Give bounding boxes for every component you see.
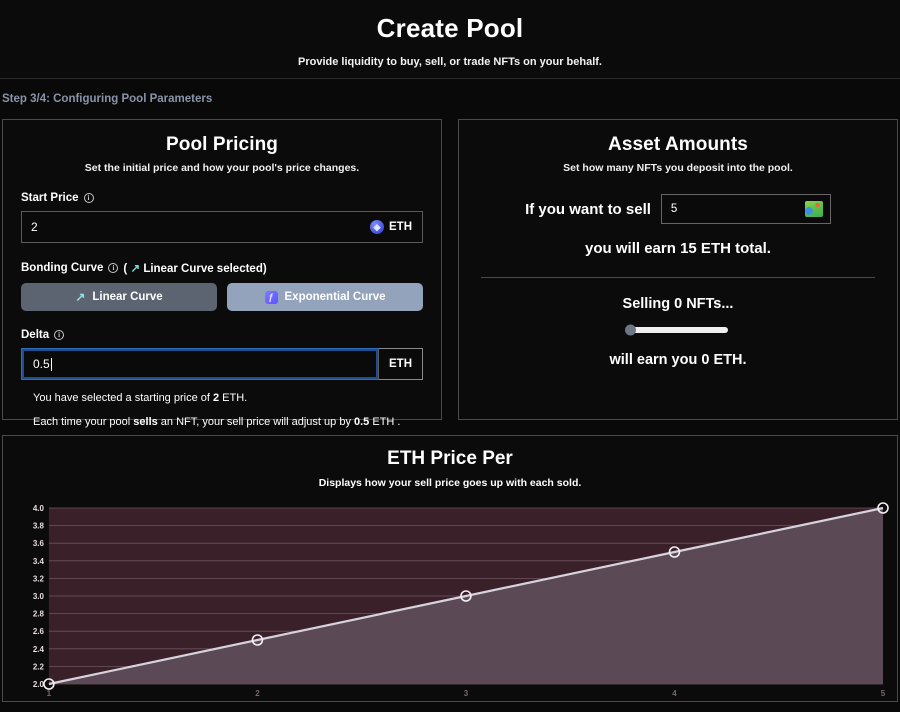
exponential-curve-label: Exponential Curve [284, 291, 386, 303]
text-caret [50, 357, 52, 371]
delta-note-value: 0.5 [354, 416, 370, 428]
svg-text:3.0: 3.0 [33, 592, 45, 601]
nft-count-value: 5 [670, 203, 678, 215]
exponential-curve-icon: ƒ [264, 290, 278, 304]
delta-input[interactable]: 0.5 [21, 348, 379, 380]
step-indicator-bar: Step 3/4: Configuring Pool Parameters [0, 79, 900, 119]
asset-amounts-panel: Asset Amounts Set how many NFTs you depo… [458, 119, 898, 420]
total-earnings-value: 15 [680, 240, 697, 257]
delta-note-mid: an NFT, your sell price will adjust up b… [157, 416, 354, 428]
asset-amounts-title: Asset Amounts [608, 134, 748, 155]
bonding-curve-note-prefix: ( [123, 263, 128, 275]
bonding-curve-selected-note: ( ↗ Linear Curve selected) [123, 261, 266, 275]
sell-amount-row: If you want to sell 5 [477, 194, 879, 224]
svg-text:3.6: 3.6 [33, 539, 45, 548]
delta-note-pre: Each time your pool [33, 416, 134, 428]
chart-plot-area: 4.0 3.8 3.6 3.4 3.2 3.0 2.8 2.6 2.4 2.2 2.0 1 2 3 4 5 [11, 500, 889, 700]
bonding-curve-label-row: Bonding Curve i ( ↗ Linear Curve selecte… [21, 261, 423, 275]
delta-note-post: ETH . [369, 416, 401, 428]
svg-text:2.6: 2.6 [33, 627, 45, 636]
pool-pricing-title: Pool Pricing [165, 134, 279, 155]
total-earnings-pre: you will earn [585, 240, 681, 257]
step-indicator-label: Step 3/4: Configuring Pool Parameters [2, 93, 213, 105]
chart-title: ETH Price Per [387, 448, 513, 469]
delta-input-value: 0.5 [33, 357, 50, 371]
delta-currency-adornment: ETH [378, 349, 422, 379]
asset-amounts-subtitle: Set how many NFTs you deposit into the p… [563, 162, 793, 174]
svg-text:2.8: 2.8 [33, 610, 45, 619]
svg-text:3.4: 3.4 [33, 557, 45, 566]
bonding-curve-note-text: Linear Curve selected) [143, 263, 267, 275]
delta-input-row[interactable]: 0.5 ETH [21, 348, 423, 380]
svg-text:4.0: 4.0 [33, 504, 45, 513]
sell-amount-label: If you want to sell [525, 200, 651, 218]
slider-earnings-post: ETH. [709, 352, 747, 368]
delta-adjust-note: Each time your pool sells an NFT, your s… [21, 416, 423, 428]
delta-note-verb: sells [133, 416, 158, 428]
start-price-label-row: Start Price i [21, 192, 423, 204]
svg-text:1: 1 [47, 689, 52, 698]
selling-slider-wrap [477, 324, 879, 336]
svg-text:3.2: 3.2 [33, 574, 45, 583]
pool-pricing-panel: Pool Pricing Set the initial price and h… [2, 119, 442, 428]
start-price-note-post: ETH. [219, 392, 248, 404]
svg-text:2: 2 [255, 689, 260, 698]
info-icon[interactable]: i [54, 330, 65, 340]
delta-label: Delta [21, 329, 50, 341]
start-price-input[interactable]: 2 [22, 212, 360, 242]
svg-text:4: 4 [672, 689, 677, 698]
trending-up-icon: ↗ [130, 263, 141, 275]
panel-divider [481, 277, 875, 278]
price-chart-svg: 4.0 3.8 3.6 3.4 3.2 3.0 2.8 2.6 2.4 2.2 2.01 2 3 4 5 [33, 502, 889, 698]
start-price-currency-label: ETH [389, 221, 412, 233]
start-price-input-row[interactable]: 2 ◆ ETH [21, 211, 423, 243]
linear-curve-button[interactable]: ↗ Linear Curve [21, 283, 217, 311]
selling-slider[interactable] [625, 324, 728, 336]
page-subtitle: Provide liquidity to buy, sell, or trade… [298, 55, 602, 68]
trending-up-icon: ↗ [75, 290, 86, 304]
bonding-curve-options: ↗ Linear Curve ƒ Exponential Curve [21, 283, 423, 311]
delta-label-row: Delta i [21, 329, 423, 341]
svg-text:2.4: 2.4 [33, 645, 45, 654]
nft-count-input[interactable]: 5 [660, 194, 831, 224]
start-price-note: You have selected a starting price of 2 … [21, 392, 423, 404]
slider-earnings-pre: will earn you [609, 352, 702, 368]
bonding-curve-label: Bonding Curve [21, 262, 104, 274]
exponential-curve-button[interactable]: ƒ Exponential Curve [227, 283, 423, 311]
total-earnings-post: ETH total. [696, 240, 771, 257]
page-header: Create Pool Provide liquidity to buy, se… [0, 0, 900, 79]
start-price-note-pre: You have selected a starting price of [33, 392, 213, 404]
chart-subtitle: Displays how your sell price goes up wit… [318, 477, 582, 489]
ethereum-icon: ◆ [370, 220, 384, 234]
svg-text:3: 3 [464, 689, 469, 698]
panels-row: Pool Pricing Set the initial price and h… [0, 119, 900, 428]
svg-text:5: 5 [881, 689, 886, 698]
start-price-currency-adornment: ◆ ETH [360, 212, 422, 242]
svg-text:2.0: 2.0 [33, 680, 45, 689]
total-earnings-line: you will earn 15 ETH total. [477, 240, 879, 257]
start-price-label: Start Price [21, 192, 79, 204]
delta-currency-label: ETH [389, 358, 412, 370]
selling-status-line: Selling 0 NFTs... [622, 296, 734, 312]
svg-text:2.2: 2.2 [33, 662, 45, 671]
pool-pricing-subtitle: Set the initial price and how your pool'… [84, 162, 360, 174]
linear-curve-label: Linear Curve [92, 291, 163, 303]
info-icon[interactable]: i [108, 263, 119, 273]
info-icon[interactable]: i [83, 193, 94, 203]
nft-thumbnail-icon [804, 201, 823, 217]
slider-earnings-line: will earn you 0 ETH. [477, 352, 879, 368]
svg-text:3.8: 3.8 [33, 522, 45, 531]
price-chart-panel: ETH Price Per Displays how your sell pri… [2, 435, 898, 702]
page-title: Create Pool [376, 13, 524, 44]
selling-slider-thumb[interactable] [625, 324, 636, 336]
